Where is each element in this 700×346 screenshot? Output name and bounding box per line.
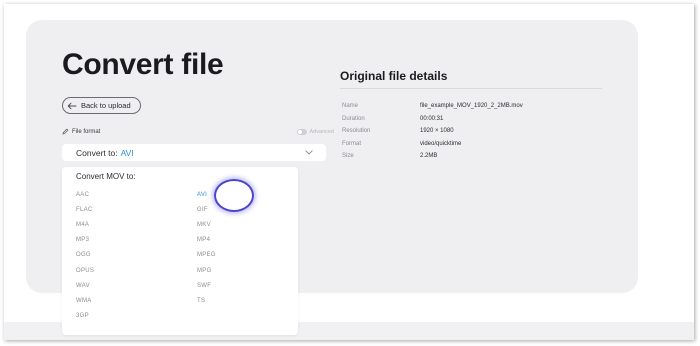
details-label: Duration	[342, 115, 365, 122]
details-title: Original file details	[340, 69, 448, 83]
dropdown-title: Convert MOV to:	[76, 172, 136, 181]
format-option-mkv[interactable]: MKV	[197, 222, 211, 228]
format-dropdown-menu: Convert MOV to: AAC FLAC M4A MP3 OGG OPUS WAV W…	[62, 167, 298, 335]
file-format-label: File format	[72, 128, 101, 135]
pencil-icon	[62, 128, 69, 135]
format-option-m4a[interactable]: M4A	[76, 222, 89, 228]
file-format-row: File format Advanced	[62, 128, 334, 135]
format-option-gif[interactable]: GIF	[197, 207, 208, 213]
format-option-mp4[interactable]: MP4	[197, 237, 210, 243]
format-option-ogg[interactable]: OGG	[76, 252, 91, 258]
format-option-wav[interactable]: WAV	[76, 283, 90, 289]
arrow-left-icon	[67, 102, 77, 109]
format-option-3gp[interactable]: 3GP	[76, 313, 89, 319]
details-value: 1920 × 1080	[420, 128, 454, 135]
back-button-label: Back to upload	[81, 101, 131, 110]
details-label: Name	[342, 103, 359, 109]
format-option-mpg[interactable]: MPG	[197, 268, 212, 274]
format-option-opus[interactable]: OPUS	[76, 268, 94, 274]
details-label: Size	[342, 153, 354, 160]
convert-to-select[interactable]: Convert to: AVI	[62, 144, 326, 161]
format-option-ts[interactable]: TS	[197, 298, 205, 304]
details-value: video/quicktime	[420, 140, 462, 147]
selection-highlight-ring	[214, 179, 254, 212]
file-format-label-group: File format	[62, 128, 100, 135]
details-label: Format	[342, 140, 362, 147]
details-value: 2.2MB	[420, 153, 438, 160]
format-option-mp3[interactable]: MP3	[76, 237, 89, 243]
advanced-label: Advanced	[309, 128, 334, 135]
details-value: 00:00:31	[420, 115, 444, 122]
back-to-upload-button[interactable]: Back to upload	[62, 97, 141, 114]
page-title: Convert file	[62, 48, 224, 81]
details-label: Resolution	[342, 128, 371, 135]
toggle-switch-icon[interactable]	[296, 128, 307, 135]
chevron-down-icon[interactable]	[305, 150, 313, 155]
format-option-flac[interactable]: FLAC	[76, 207, 93, 213]
details-divider	[340, 88, 602, 89]
convert-card: Convert file Back to upload File format …	[26, 20, 638, 335]
browser-page: Convert file Back to upload File format …	[4, 4, 694, 340]
format-option-wma[interactable]: WMA	[76, 298, 92, 304]
format-option-swf[interactable]: SWF	[197, 283, 211, 289]
convert-to-value: AVI	[120, 147, 134, 158]
details-value: file_example_MOV_1920_2_2MB.mov	[420, 103, 523, 109]
format-option-avi[interactable]: AVI	[197, 192, 207, 198]
format-option-aac[interactable]: AAC	[76, 192, 89, 198]
convert-to-prefix: Convert to:	[76, 147, 118, 158]
format-option-mpeg[interactable]: MPEG	[197, 252, 216, 258]
advanced-toggle[interactable]: Advanced	[296, 128, 334, 135]
